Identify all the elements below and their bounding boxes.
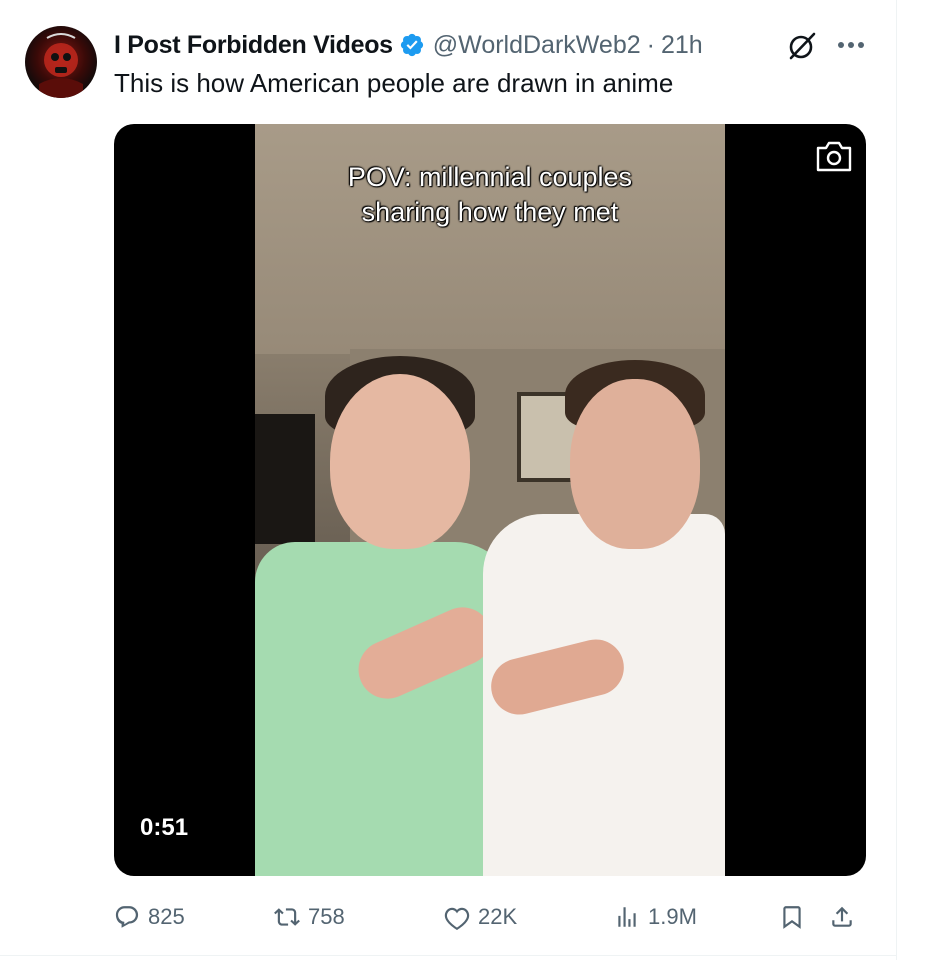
verified-badge-icon[interactable] xyxy=(399,32,425,58)
video-caption-line2: sharing how they met xyxy=(361,197,619,227)
grok-icon[interactable] xyxy=(786,30,818,62)
video-caption: POV: millennial couples sharing how they… xyxy=(255,160,725,230)
author-handle[interactable]: @WorldDarkWeb2 xyxy=(433,31,641,60)
tweet-divider xyxy=(0,955,896,956)
tweet-header: I Post Forbidden Videos @WorldDarkWeb2 ·… xyxy=(114,27,703,63)
reply-count: 825 xyxy=(148,904,185,929)
reply-button[interactable]: 825 xyxy=(114,900,185,934)
video-caption-line1: POV: millennial couples xyxy=(347,162,633,192)
like-button[interactable]: 22K xyxy=(444,900,517,934)
tweet-time[interactable]: 21h xyxy=(661,31,703,60)
video-duration: 0:51 xyxy=(140,814,189,841)
view-count: 1.9M xyxy=(648,904,697,929)
tweet-actions: 825 758 22K 1.9M xyxy=(114,900,866,934)
like-count: 22K xyxy=(478,904,518,929)
separator-dot: · xyxy=(646,30,655,59)
views-icon xyxy=(618,907,636,927)
bookmark-icon xyxy=(783,906,801,929)
video-tv xyxy=(255,414,315,544)
reply-icon xyxy=(115,906,139,928)
video-ceiling xyxy=(255,124,725,354)
author-name[interactable]: I Post Forbidden Videos xyxy=(114,31,393,60)
heart-icon xyxy=(444,907,470,930)
repost-count: 758 xyxy=(308,904,345,929)
more-icon[interactable] xyxy=(833,30,869,60)
camera-icon[interactable] xyxy=(814,138,854,174)
repost-button[interactable]: 758 xyxy=(274,900,345,934)
tweet-text: This is how American people are drawn in… xyxy=(114,68,674,98)
video-person-left-face xyxy=(330,374,470,549)
repost-icon xyxy=(274,908,300,926)
views-button[interactable]: 1.9M xyxy=(614,900,697,934)
share-button[interactable] xyxy=(829,900,863,934)
column-divider xyxy=(896,0,897,960)
video-frame[interactable]: POV: millennial couples sharing how they… xyxy=(255,124,725,876)
video-person-left xyxy=(255,542,515,876)
avatar[interactable] xyxy=(25,26,97,98)
share-icon xyxy=(832,906,852,927)
bookmark-button[interactable] xyxy=(779,900,813,934)
video-person-right-face xyxy=(570,379,700,549)
video-player[interactable]: POV: millennial couples sharing how they… xyxy=(114,124,866,876)
